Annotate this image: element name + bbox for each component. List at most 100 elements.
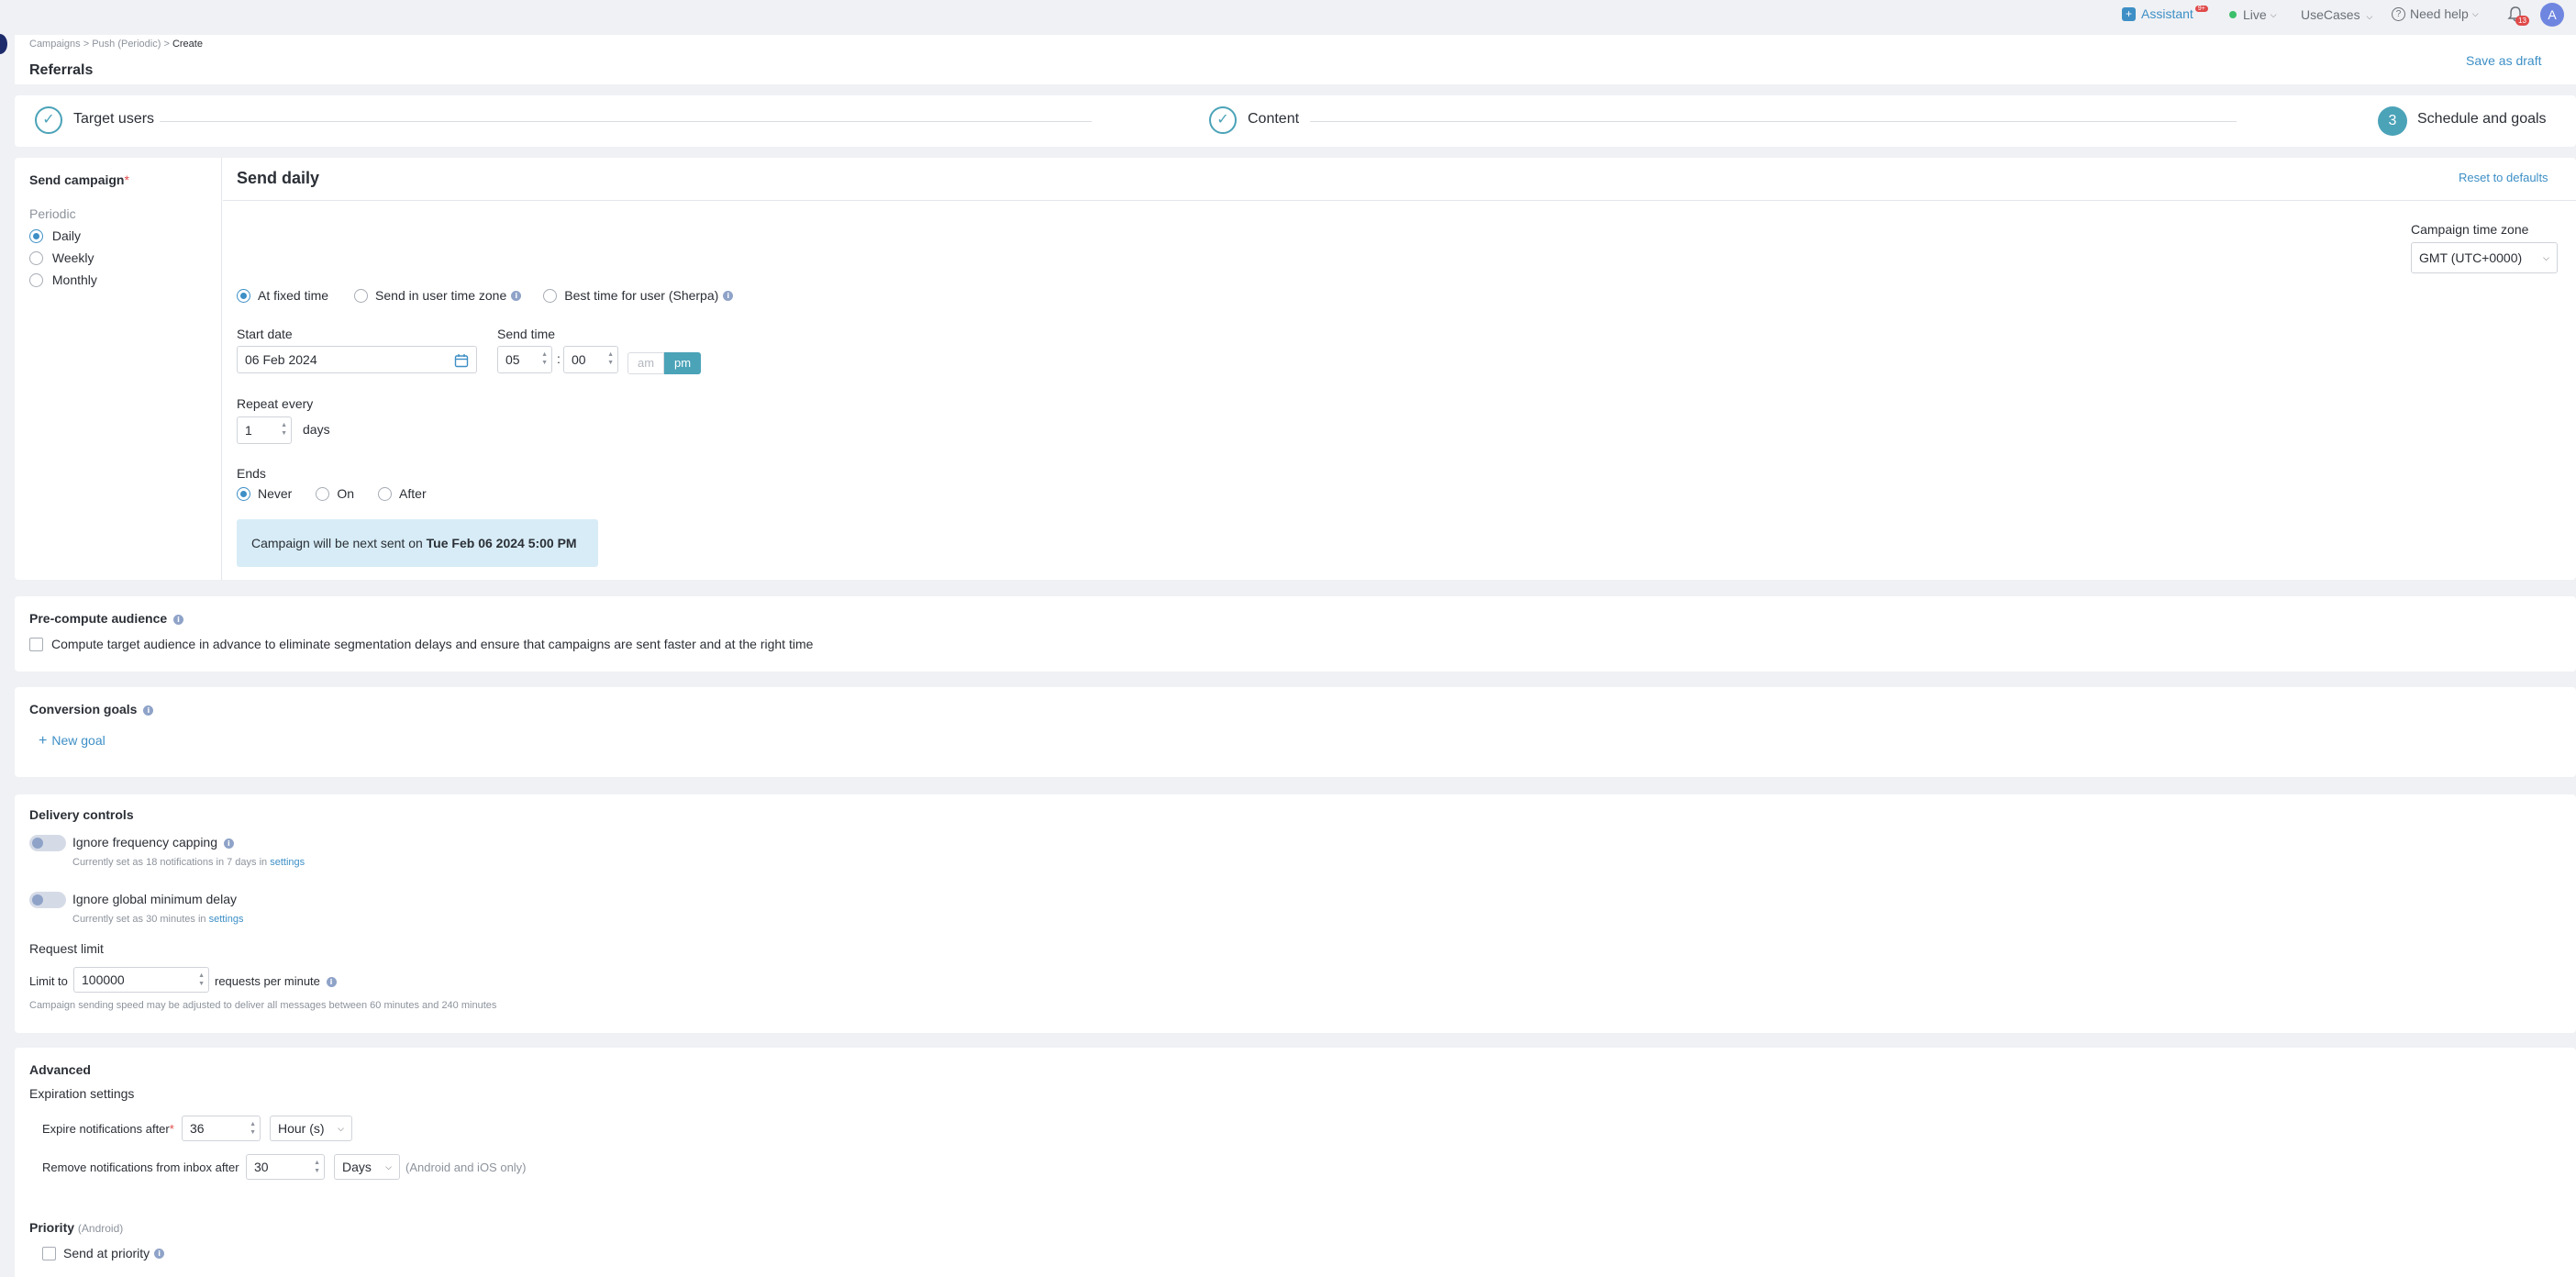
expire-unit-select[interactable]: Hour (s) ⌵ xyxy=(270,1116,352,1141)
top-bar: + Assistant 9+ Live ⌵ UseCases ⌵ ? Need … xyxy=(0,0,2576,29)
ends-option-label: Never xyxy=(258,486,292,501)
limit-to-label: Limit to xyxy=(29,974,68,988)
info-icon[interactable]: i xyxy=(154,1249,164,1259)
radio-at-fixed-time[interactable] xyxy=(237,289,250,303)
save-as-draft-button[interactable]: Save as draft xyxy=(2466,53,2542,68)
remove-after-input[interactable]: 30 ▲▼ xyxy=(246,1154,325,1180)
info-icon[interactable]: i xyxy=(327,977,337,987)
check-icon: ✓ xyxy=(35,106,62,134)
repeat-every-input[interactable]: 1 ▲▼ xyxy=(237,416,292,444)
send-at-priority-checkbox[interactable] xyxy=(42,1247,56,1260)
delivery-controls-card: Delivery controls Ignore frequency cappi… xyxy=(15,794,2576,1033)
repeat-unit: days xyxy=(303,422,330,437)
ignore-min-delay-toggle[interactable] xyxy=(29,892,66,908)
remove-unit-value: Days xyxy=(342,1160,372,1174)
info-icon[interactable]: i xyxy=(224,838,234,849)
reset-to-defaults-button[interactable]: Reset to defaults xyxy=(2459,171,2548,184)
expire-after-label: Expire notifications after* xyxy=(42,1122,174,1136)
ends-group: Never On After xyxy=(237,486,427,501)
calendar-icon[interactable] xyxy=(454,353,469,368)
timezone-select[interactable]: GMT (UTC+0000) ⌵ xyxy=(2411,242,2558,273)
info-icon[interactable]: i xyxy=(143,705,153,716)
schedule-sidebar: Send campaign* Periodic Daily Weekly Mon… xyxy=(15,158,222,580)
start-date-input[interactable]: 06 Feb 2024 xyxy=(237,346,477,373)
usecases-dropdown[interactable]: UseCases ⌵ xyxy=(2301,7,2372,22)
step-number-badge: 3 xyxy=(2378,106,2407,136)
radio-selected[interactable] xyxy=(29,229,43,243)
frequency-daily-option[interactable]: Daily xyxy=(29,228,81,243)
time-mode-label: At fixed time xyxy=(258,288,328,303)
sending-speed-note: Campaign sending speed may be adjusted t… xyxy=(29,1000,496,1011)
request-limit-value: 100000 xyxy=(82,972,125,987)
settings-link[interactable]: settings xyxy=(270,857,305,868)
remove-after-value: 30 xyxy=(254,1160,269,1174)
time-mode-group: At fixed time Send in user time zone i B… xyxy=(237,288,733,303)
chevron-down-icon: ⌵ xyxy=(2271,10,2277,20)
precompute-checkbox[interactable] xyxy=(29,638,43,651)
stepper-arrows-icon[interactable]: ▲▼ xyxy=(541,350,548,367)
radio-best-time[interactable] xyxy=(543,289,557,303)
ends-option-label: After xyxy=(399,486,427,501)
expiration-settings-title: Expiration settings xyxy=(29,1086,134,1101)
live-dropdown[interactable]: Live ⌵ xyxy=(2229,7,2277,22)
side-nav-handle[interactable] xyxy=(0,34,7,54)
radio[interactable] xyxy=(29,273,43,287)
step-schedule-and-goals[interactable]: Schedule and goals xyxy=(2417,111,2547,128)
precompute-option[interactable]: Compute target audience in advance to el… xyxy=(29,637,813,651)
ignore-min-delay-label: Ignore global minimum delay xyxy=(72,892,237,906)
stepper-arrows-icon[interactable]: ▲▼ xyxy=(314,1159,320,1175)
ends-label: Ends xyxy=(237,466,266,481)
breadcrumb-push-periodic[interactable]: Push (Periodic) xyxy=(92,39,161,50)
timezone-label: Campaign time zone xyxy=(2411,222,2528,237)
priority-label: Priority (Android) xyxy=(29,1220,123,1235)
conversion-goals-title: Conversion goals i xyxy=(29,702,153,716)
stepper-arrows-icon[interactable]: ▲▼ xyxy=(607,350,614,367)
minute-value: 00 xyxy=(572,352,586,367)
repeat-every-label: Repeat every xyxy=(237,396,313,411)
request-limit-label: Request limit xyxy=(29,941,104,956)
start-date-label: Start date xyxy=(237,327,293,341)
chevron-down-icon: ⌵ xyxy=(385,1162,392,1172)
radio-ends-never[interactable] xyxy=(237,487,250,501)
assistant-badge: 9+ xyxy=(2195,6,2208,12)
expire-after-value: 36 xyxy=(190,1121,205,1136)
expire-unit-value: Hour (s) xyxy=(278,1121,325,1136)
frequency-monthly-option[interactable]: Monthly xyxy=(29,272,97,287)
step-target-users[interactable]: Target users xyxy=(73,111,154,128)
need-help-dropdown[interactable]: ? Need help ⌵ xyxy=(2392,6,2479,21)
info-icon[interactable]: i xyxy=(511,291,521,301)
assistant-button[interactable]: + Assistant 9+ xyxy=(2122,6,2208,21)
stepper-arrows-icon[interactable]: ▲▼ xyxy=(250,1120,256,1137)
ignore-frequency-capping-toggle[interactable] xyxy=(29,835,66,851)
remove-unit-select[interactable]: Days ⌵ xyxy=(334,1154,400,1180)
expire-after-input[interactable]: 36 ▲▼ xyxy=(182,1116,261,1141)
frequency-capping-note: Currently set as 18 notifications in 7 d… xyxy=(72,857,305,868)
radio-ends-after[interactable] xyxy=(378,487,392,501)
pm-toggle[interactable]: pm xyxy=(664,352,701,374)
frequency-weekly-option[interactable]: Weekly xyxy=(29,250,94,265)
settings-link[interactable]: settings xyxy=(209,914,244,925)
assistant-label: Assistant xyxy=(2141,6,2193,21)
remove-after-label: Remove notifications from inbox after xyxy=(42,1160,239,1174)
notifications-button[interactable]: 13 xyxy=(2507,6,2527,26)
breadcrumb-campaigns[interactable]: Campaigns xyxy=(29,39,81,50)
hour-input[interactable]: 05 ▲▼ xyxy=(497,346,552,373)
timezone-value: GMT (UTC+0000) xyxy=(2419,250,2522,265)
page-header: Campaigns > Push (Periodic) > Create Ref… xyxy=(15,35,2576,84)
info-icon[interactable]: i xyxy=(173,615,183,625)
radio-ends-on[interactable] xyxy=(316,487,329,501)
request-limit-input[interactable]: 100000 ▲▼ xyxy=(73,967,209,993)
radio-user-time-zone[interactable] xyxy=(354,289,368,303)
precompute-checkbox-label: Compute target audience in advance to el… xyxy=(51,637,813,651)
stepper-arrows-icon[interactable]: ▲▼ xyxy=(281,421,287,438)
radio[interactable] xyxy=(29,251,43,265)
info-icon[interactable]: i xyxy=(723,291,733,301)
am-toggle[interactable]: am xyxy=(627,352,664,374)
minute-input[interactable]: 00 ▲▼ xyxy=(563,346,618,373)
stepper-arrows-icon[interactable]: ▲▼ xyxy=(198,972,205,988)
send-at-priority-option[interactable]: Send at priority i xyxy=(42,1246,164,1260)
avatar[interactable]: A xyxy=(2540,3,2564,27)
step-content[interactable]: Content xyxy=(1248,111,1299,128)
chevron-down-icon: ⌵ xyxy=(2543,253,2549,263)
new-goal-button[interactable]: +New goal xyxy=(39,733,105,750)
